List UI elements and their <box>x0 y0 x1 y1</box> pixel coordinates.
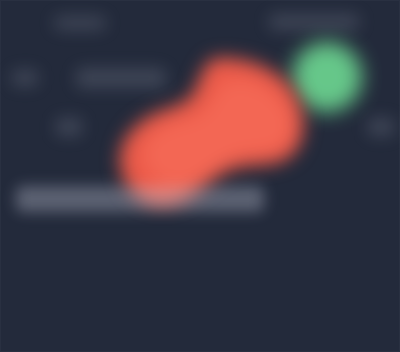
left-icon[interactable] <box>12 70 38 86</box>
top-right-label <box>268 14 360 30</box>
right-icon[interactable] <box>368 118 394 136</box>
content-headline <box>16 186 264 212</box>
top-left-label <box>54 16 106 30</box>
screen <box>0 0 400 352</box>
left-mid-icon[interactable] <box>56 118 82 136</box>
